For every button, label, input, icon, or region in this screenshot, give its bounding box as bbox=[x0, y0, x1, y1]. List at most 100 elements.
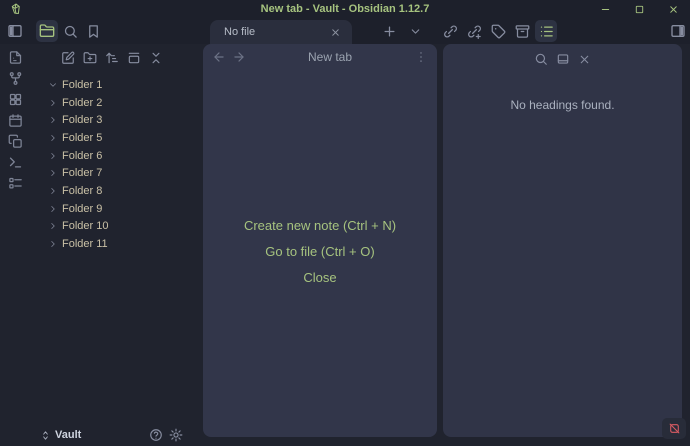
new-canvas-button[interactable] bbox=[4, 47, 26, 68]
new-tab-button[interactable] bbox=[378, 20, 400, 42]
tab-label: No file bbox=[224, 26, 326, 38]
folder-name: Folder 3 bbox=[62, 114, 102, 126]
status-bar bbox=[662, 418, 686, 439]
file-explorer-toolbar bbox=[58, 48, 166, 68]
chevron-right-icon bbox=[48, 151, 58, 161]
outline-close-button[interactable] bbox=[575, 49, 595, 69]
document-icon bbox=[8, 50, 23, 65]
tag-icon bbox=[491, 24, 506, 39]
outline-list-icon bbox=[539, 24, 554, 39]
window-controls bbox=[588, 0, 690, 18]
folder-name: Folder 7 bbox=[62, 167, 102, 179]
obsidian-window: New tab - Vault - Obsidian 1.12.7 No fil… bbox=[0, 0, 690, 446]
archive-button[interactable] bbox=[511, 20, 533, 42]
folder-name: Folder 2 bbox=[62, 97, 102, 109]
chevron-right-icon bbox=[48, 98, 58, 108]
tab-no-file[interactable]: No file bbox=[210, 20, 352, 44]
more-options-button[interactable] bbox=[411, 47, 431, 67]
chevron-right-icon bbox=[48, 186, 58, 196]
left-toolbar bbox=[4, 20, 105, 42]
settings-button[interactable] bbox=[166, 425, 186, 445]
right-toolbar bbox=[439, 20, 557, 42]
tab-actions bbox=[378, 20, 426, 42]
maximize-button[interactable] bbox=[622, 0, 656, 18]
stack-view-button[interactable] bbox=[124, 48, 144, 68]
outline-expand-button[interactable] bbox=[553, 49, 573, 69]
file-explorer-tree: Folder 1 Folder 2 Folder 3 Folder 5 Fold… bbox=[0, 76, 200, 253]
toggle-left-sidebar-button[interactable] bbox=[4, 20, 26, 42]
folder-name: Folder 6 bbox=[62, 150, 102, 162]
empty-state-action-link[interactable]: Close bbox=[303, 270, 336, 285]
chevron-right-icon bbox=[48, 221, 58, 231]
minimize-button[interactable] bbox=[588, 0, 622, 18]
search-tab-button[interactable] bbox=[59, 20, 81, 42]
chevron-right-icon bbox=[48, 133, 58, 143]
folder-name: Folder 5 bbox=[62, 132, 102, 144]
link-plus-icon bbox=[467, 24, 482, 39]
vault-switcher[interactable]: Vault bbox=[40, 429, 81, 441]
chevrons-up-down-icon bbox=[40, 430, 51, 441]
top-strip: No file bbox=[0, 18, 690, 44]
toggle-right-sidebar-button[interactable] bbox=[667, 20, 689, 42]
sync-off-icon[interactable] bbox=[668, 422, 681, 435]
folder-name: Folder 8 bbox=[62, 185, 102, 197]
folder-item[interactable]: Folder 6 bbox=[0, 147, 200, 165]
center-panel: New tab Create new note (Ctrl + N) Go to… bbox=[203, 44, 437, 437]
backlinks-button[interactable] bbox=[439, 20, 461, 42]
archive-icon bbox=[515, 24, 530, 39]
outline-search-button[interactable] bbox=[531, 49, 551, 69]
dots-vertical-icon bbox=[414, 50, 428, 64]
empty-state-action-link[interactable]: Go to file (Ctrl + O) bbox=[265, 244, 374, 259]
chevron-right-icon bbox=[48, 115, 58, 125]
chevron-right-icon bbox=[48, 204, 58, 214]
outline-empty-message: No headings found. bbox=[443, 98, 682, 112]
tab-close-icon[interactable] bbox=[326, 23, 344, 41]
navigate-forward-button[interactable] bbox=[229, 47, 249, 67]
window-title: New tab - Vault - Obsidian 1.12.7 bbox=[0, 0, 690, 18]
folder-item[interactable]: Folder 9 bbox=[0, 200, 200, 218]
tags-button[interactable] bbox=[487, 20, 509, 42]
files-tab-button[interactable] bbox=[36, 20, 58, 42]
help-icon bbox=[149, 428, 163, 442]
bookmarks-tab-button[interactable] bbox=[82, 20, 104, 42]
chevron-right-icon bbox=[48, 80, 58, 90]
folder-item[interactable]: Folder 8 bbox=[0, 182, 200, 200]
vault-name: Vault bbox=[55, 429, 81, 441]
view-title: New tab bbox=[249, 50, 411, 64]
collapse-all-icon bbox=[149, 51, 163, 65]
outgoing-links-button[interactable] bbox=[463, 20, 485, 42]
view-header: New tab bbox=[203, 44, 437, 70]
search-icon bbox=[63, 24, 78, 39]
folder-item[interactable]: Folder 2 bbox=[0, 94, 200, 112]
chevron-down-icon bbox=[409, 25, 422, 38]
navigate-back-button[interactable] bbox=[209, 47, 229, 67]
new-folder-button[interactable] bbox=[80, 48, 100, 68]
folder-name: Folder 9 bbox=[62, 203, 102, 215]
outline-button[interactable] bbox=[535, 20, 557, 42]
folder-item[interactable]: Folder 5 bbox=[0, 129, 200, 147]
tab-list-button[interactable] bbox=[404, 20, 426, 42]
close-button[interactable] bbox=[656, 0, 690, 18]
outline-panel: No headings found. bbox=[443, 44, 682, 437]
close-icon bbox=[578, 53, 591, 66]
help-button[interactable] bbox=[146, 425, 166, 445]
empty-state-actions: Create new note (Ctrl + N) Go to file (C… bbox=[203, 218, 437, 285]
sort-order-button[interactable] bbox=[102, 48, 122, 68]
new-note-button[interactable] bbox=[58, 48, 78, 68]
titlebar: New tab - Vault - Obsidian 1.12.7 bbox=[0, 0, 690, 18]
chevron-right-icon bbox=[48, 239, 58, 249]
folder-plus-icon bbox=[83, 51, 97, 65]
arrow-right-icon bbox=[232, 50, 246, 64]
folder-item[interactable]: Folder 3 bbox=[0, 111, 200, 129]
folder-item[interactable]: Folder 10 bbox=[0, 218, 200, 236]
collapse-all-button[interactable] bbox=[146, 48, 166, 68]
outline-header bbox=[443, 44, 682, 70]
folder-item[interactable]: Folder 7 bbox=[0, 164, 200, 182]
folder-item[interactable]: Folder 11 bbox=[0, 235, 200, 253]
empty-state-action-link[interactable]: Create new note (Ctrl + N) bbox=[244, 218, 396, 233]
expand-icon bbox=[556, 52, 570, 66]
folder-name: Folder 10 bbox=[62, 220, 108, 232]
folder-item[interactable]: Folder 1 bbox=[0, 76, 200, 94]
arrow-left-icon bbox=[212, 50, 226, 64]
bookmark-icon bbox=[86, 24, 101, 39]
